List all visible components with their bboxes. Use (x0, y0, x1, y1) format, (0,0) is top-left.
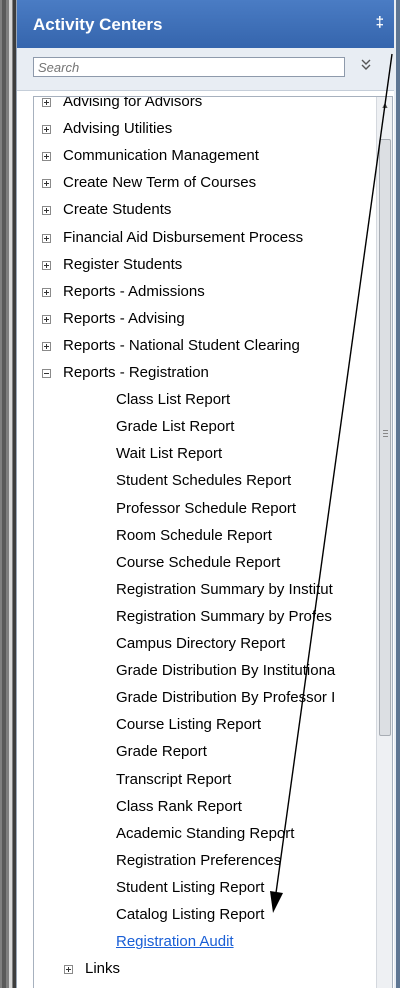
annotation-arrow (270, 53, 393, 913)
